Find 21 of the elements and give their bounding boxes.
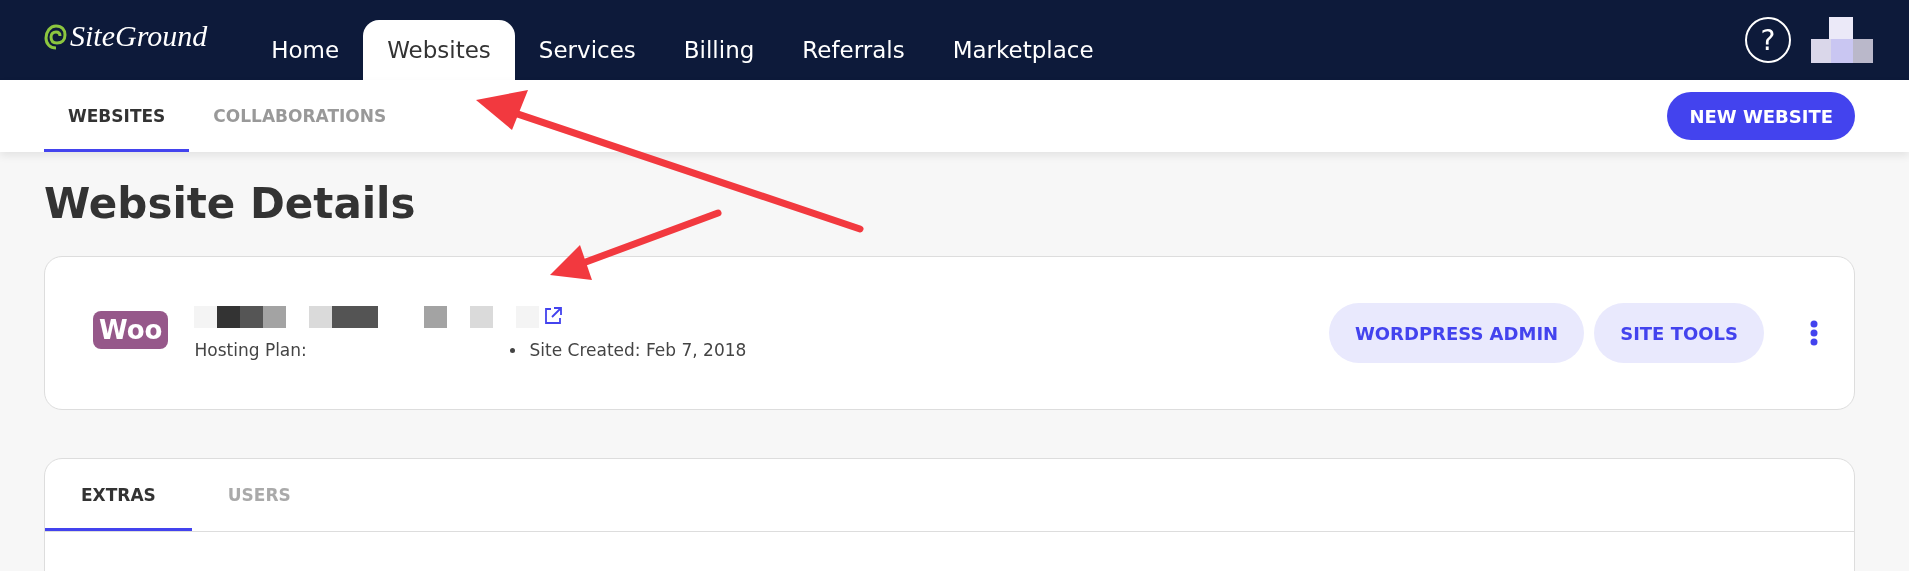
hosting-plan-label: Hosting Plan: xyxy=(194,340,308,360)
more-options-icon[interactable] xyxy=(1810,320,1818,346)
new-website-button[interactable]: NEW WEBSITE xyxy=(1667,92,1855,140)
bullet-icon xyxy=(510,347,516,353)
external-link-icon[interactable] xyxy=(543,306,564,326)
nav-tab[interactable]: Billing xyxy=(659,20,779,80)
action-button[interactable]: SITE TOOLS xyxy=(1594,303,1764,363)
site-created-date: Site Created: Feb 7, 2018 xyxy=(529,340,747,360)
action-button[interactable]: WORDPRESS ADMIN xyxy=(1328,303,1585,363)
sub-tab[interactable]: WEBSITES xyxy=(44,80,190,152)
logo-wordmark[interactable]: SiteGround xyxy=(70,19,208,53)
page-title: Website Details xyxy=(44,178,417,230)
help-button[interactable]: ? xyxy=(1745,17,1791,63)
pixelated-avatar-drawing[interactable] xyxy=(1811,17,1873,63)
nav-tab[interactable]: Referrals xyxy=(778,20,929,80)
nav-tab[interactable]: Websites xyxy=(363,20,515,80)
woo-logo: Woo xyxy=(93,311,169,349)
nav-tab[interactable]: Marketplace xyxy=(928,20,1118,80)
nav-tab[interactable]: Home xyxy=(247,20,364,80)
nav-tab[interactable]: Services xyxy=(514,20,660,80)
detail-tab[interactable]: EXTRAS xyxy=(45,459,192,531)
